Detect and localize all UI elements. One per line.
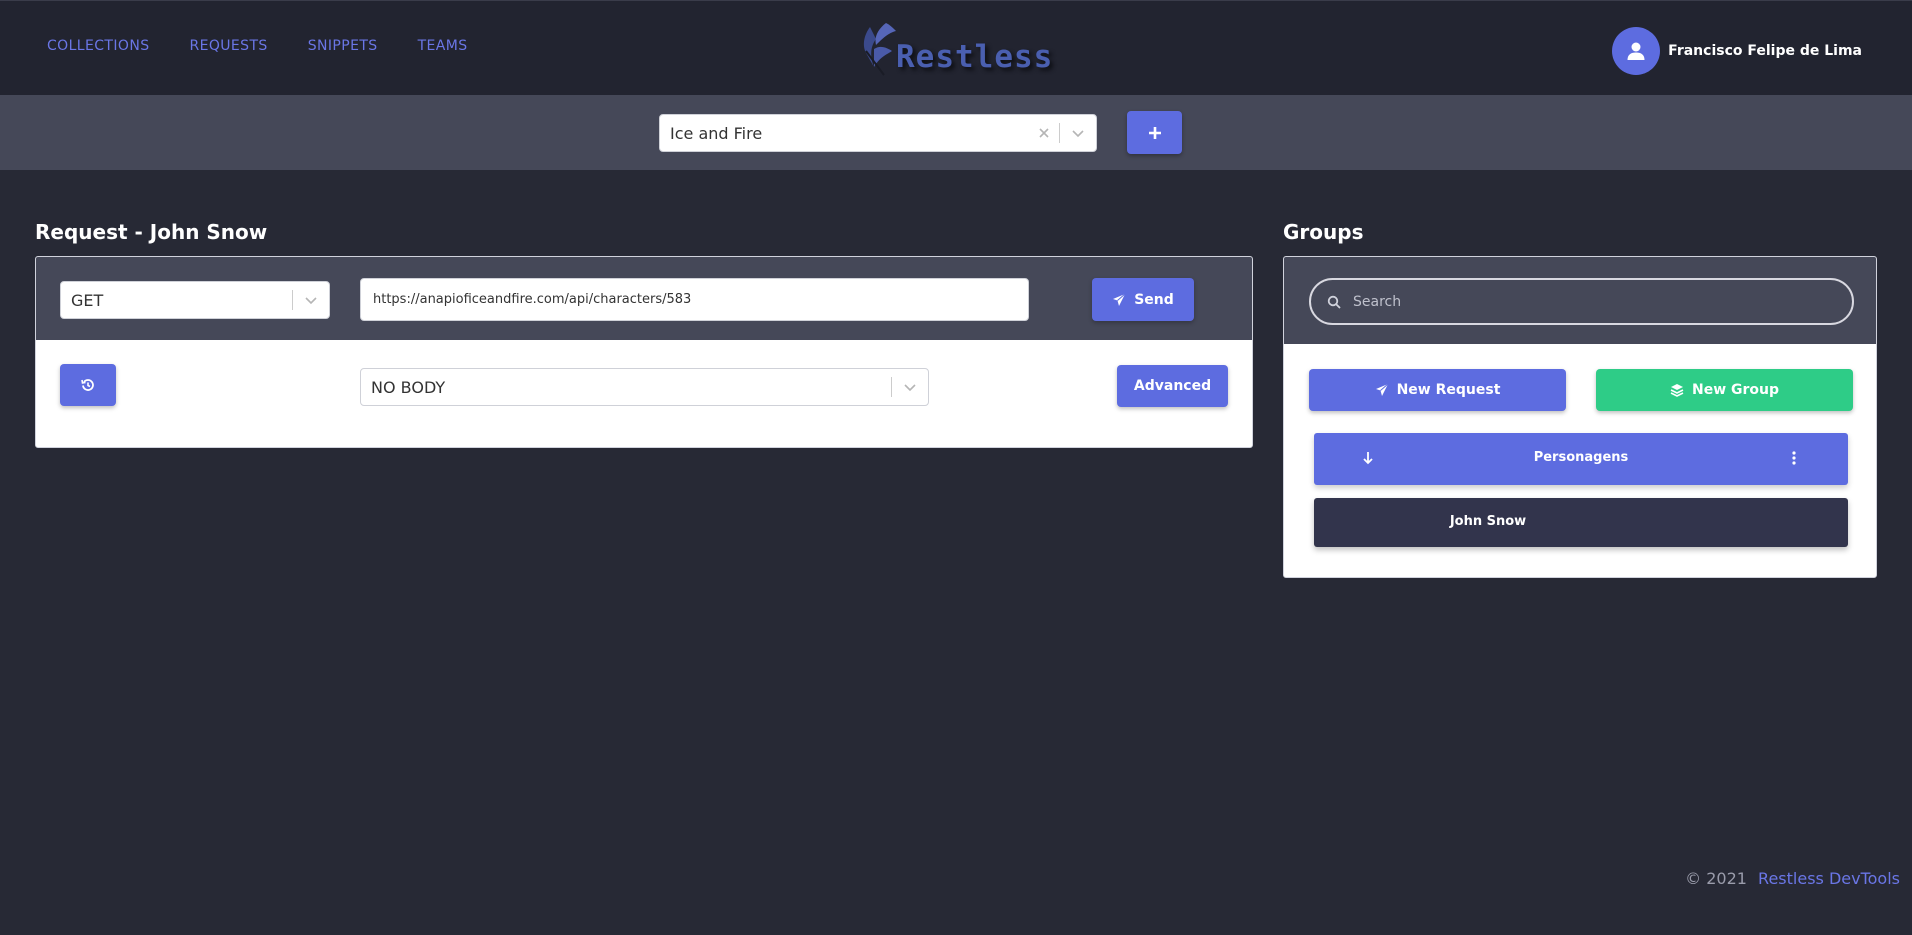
group-name: Personagens <box>1533 450 1629 465</box>
main-nav: COLLECTIONS REQUESTS SNIPPETS TEAMS <box>47 38 468 54</box>
more-vertical-icon[interactable] <box>1792 451 1796 465</box>
search-input[interactable] <box>1353 293 1833 310</box>
top-navbar: COLLECTIONS REQUESTS SNIPPETS TEAMS Rest… <box>0 0 1912 95</box>
request-toolbar: GET Send <box>36 257 1252 340</box>
footer-copyright: © 2021 <box>1685 869 1747 888</box>
search-icon <box>1327 295 1341 309</box>
body-type-value: NO BODY <box>371 377 446 397</box>
add-collection-button[interactable] <box>1127 111 1182 154</box>
collection-select[interactable]: Ice and Fire <box>659 114 1097 152</box>
request-item[interactable]: John Snow <box>1314 498 1848 547</box>
chevron-down-icon[interactable] <box>1060 128 1096 138</box>
chevron-down-icon[interactable] <box>293 295 329 305</box>
method-select[interactable]: GET <box>60 281 330 319</box>
plus-icon <box>1148 126 1161 139</box>
history-button[interactable] <box>60 364 116 406</box>
groups-search[interactable] <box>1309 278 1854 325</box>
footer-brand-link[interactable]: Restless DevTools <box>1758 869 1900 888</box>
paper-plane-icon <box>1375 383 1388 396</box>
nav-collections[interactable]: COLLECTIONS <box>47 38 149 54</box>
groups-title: Groups <box>1283 220 1364 244</box>
nav-requests[interactable]: REQUESTS <box>189 38 267 54</box>
nav-teams[interactable]: TEAMS <box>418 38 468 54</box>
nav-snippets[interactable]: SNIPPETS <box>308 38 378 54</box>
layers-icon <box>1670 384 1684 397</box>
method-select-value: GET <box>71 290 104 310</box>
groups-search-area <box>1284 257 1876 344</box>
user-menu[interactable]: Francisco Felipe de Lima <box>1612 27 1862 75</box>
footer: © 2021 Restless DevTools <box>1685 869 1900 888</box>
send-button-label: Send <box>1134 291 1174 308</box>
send-button[interactable]: Send <box>1092 278 1194 321</box>
user-name: Francisco Felipe de Lima <box>1668 43 1862 59</box>
avatar[interactable] <box>1612 27 1661 75</box>
chevron-down-icon[interactable] <box>892 382 928 392</box>
collection-select-value: Ice and Fire <box>670 123 763 143</box>
new-group-label: New Group <box>1691 382 1780 398</box>
clear-icon[interactable] <box>1029 127 1059 139</box>
new-request-label: New Request <box>1396 382 1501 398</box>
request-title: Request - John Snow <box>35 220 268 244</box>
new-request-button[interactable]: New Request <box>1309 369 1566 411</box>
user-icon <box>1627 42 1645 60</box>
group-item[interactable]: Personagens <box>1314 433 1848 485</box>
paper-plane-icon <box>1113 293 1126 306</box>
body-type-select[interactable]: NO BODY <box>360 368 929 406</box>
logo-text: Restless <box>896 39 1054 75</box>
groups-card: New Request New Group Personagens John S… <box>1283 256 1877 578</box>
url-input[interactable] <box>360 278 1029 321</box>
new-group-button[interactable]: New Group <box>1596 369 1853 411</box>
history-icon <box>81 379 94 391</box>
app-logo[interactable]: Restless <box>856 19 1052 79</box>
advanced-button[interactable]: Advanced <box>1117 365 1228 407</box>
request-card: GET Send NO BODY Advanced <box>35 256 1253 448</box>
request-item-name: John Snow <box>1449 514 1527 529</box>
advanced-button-label: Advanced <box>1133 378 1212 394</box>
